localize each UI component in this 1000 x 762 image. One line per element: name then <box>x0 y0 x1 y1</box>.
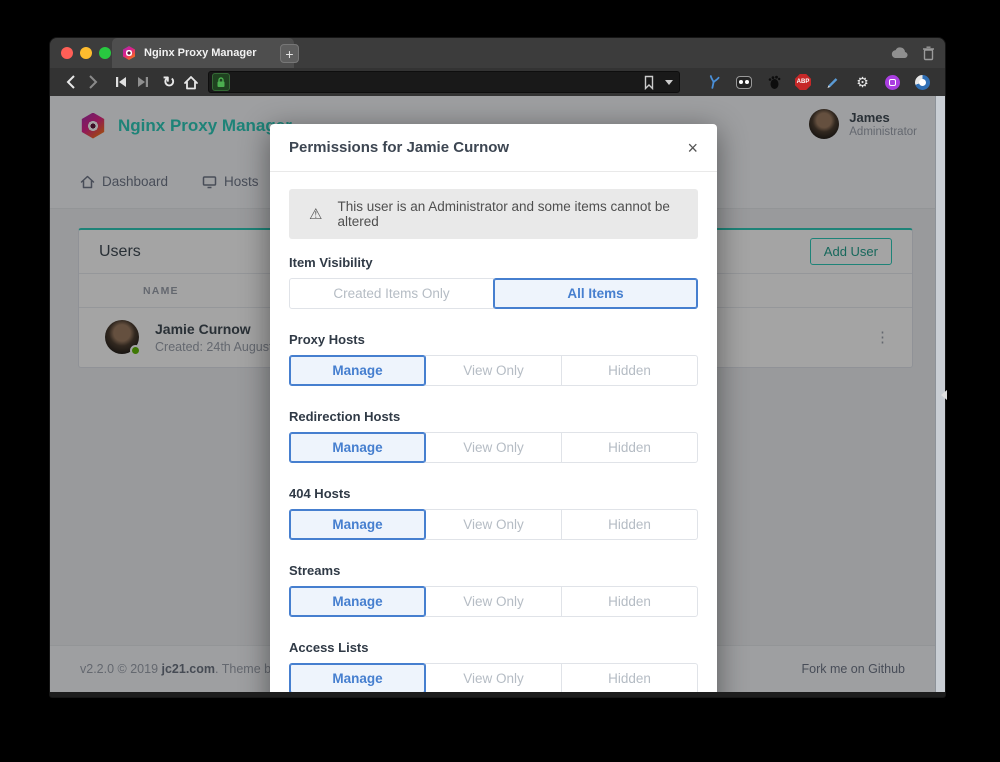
group-label-404-hosts: 404 Hosts <box>289 486 698 501</box>
extension-settings-gear-icon[interactable]: ⚙ <box>854 74 871 91</box>
panel-toggle-arrow-icon[interactable] <box>941 390 947 400</box>
closed-tabs-trash-icon[interactable] <box>922 46 935 61</box>
group-label-redirection-hosts: Redirection Hosts <box>289 409 698 424</box>
modal-title: Permissions for Jamie Curnow <box>289 139 509 156</box>
redirection-hosts-view-only[interactable]: View Only <box>425 432 562 463</box>
permissions-modal: Permissions for Jamie Curnow × ⚠ This us… <box>270 124 717 692</box>
bookmark-icon[interactable] <box>643 75 655 90</box>
rewind-icon[interactable] <box>110 71 132 93</box>
fast-forward-icon[interactable] <box>132 71 154 93</box>
streams-hidden[interactable]: Hidden <box>561 586 698 617</box>
redirection-hosts-manage[interactable]: Manage <box>289 432 426 463</box>
group-label-proxy-hosts: Proxy Hosts <box>289 332 698 347</box>
proxy-hosts-manage[interactable]: Manage <box>289 355 426 386</box>
reload-icon[interactable]: ↻ <box>158 71 180 93</box>
browser-tab[interactable]: Nginx Proxy Manager <box>112 38 294 68</box>
streams-buttons: Manage View Only Hidden <box>289 586 698 617</box>
group-label-streams: Streams <box>289 563 698 578</box>
extension-gauge-icon[interactable] <box>914 74 931 91</box>
404-hosts-view-only[interactable]: View Only <box>425 509 562 540</box>
group-label-item-visibility: Item Visibility <box>289 255 698 270</box>
browser-viewport: Nginx Proxy Manager James Administrator … <box>50 96 945 692</box>
window-controls <box>61 47 111 59</box>
streams-view-only[interactable]: View Only <box>425 586 562 617</box>
group-label-access-lists: Access Lists <box>289 640 698 655</box>
404-hosts-manage[interactable]: Manage <box>289 509 426 540</box>
option-all-items[interactable]: All Items <box>493 278 698 309</box>
back-icon[interactable] <box>60 71 82 93</box>
redirection-hosts-buttons: Manage View Only Hidden <box>289 432 698 463</box>
bookmark-dropdown-icon[interactable] <box>665 80 673 85</box>
item-visibility-buttons: Created Items Only All Items <box>289 278 698 309</box>
secure-lock-icon[interactable] <box>212 73 230 91</box>
maximize-window-button[interactable] <box>99 47 111 59</box>
forward-icon[interactable] <box>82 71 104 93</box>
minimize-window-button[interactable] <box>80 47 92 59</box>
access-lists-manage[interactable]: Manage <box>289 663 426 692</box>
redirection-hosts-hidden[interactable]: Hidden <box>561 432 698 463</box>
synced-tabs-cloud-icon[interactable] <box>890 47 908 59</box>
extension-pen-icon[interactable] <box>824 74 841 91</box>
extension-gnome-foot-icon[interactable] <box>765 74 782 91</box>
browser-toolbar: ↻ <box>50 68 945 96</box>
access-lists-view-only[interactable]: View Only <box>425 663 562 692</box>
close-icon[interactable]: × <box>687 139 698 157</box>
new-tab-button[interactable]: + <box>280 44 299 63</box>
proxy-hosts-buttons: Manage View Only Hidden <box>289 355 698 386</box>
address-bar[interactable] <box>208 71 680 93</box>
extension-purple-orb-icon[interactable] <box>884 74 901 91</box>
browser-window: Nginx Proxy Manager + <box>50 38 945 697</box>
404-hosts-hidden[interactable]: Hidden <box>561 509 698 540</box>
option-created-items-only[interactable]: Created Items Only <box>289 278 494 309</box>
access-lists-buttons: Manage View Only Hidden <box>289 663 698 692</box>
extension-goggles-icon[interactable] <box>735 74 752 91</box>
desktop: Nginx Proxy Manager + <box>0 0 1000 762</box>
browser-tab-bar: Nginx Proxy Manager + <box>50 38 945 68</box>
access-lists-hidden[interactable]: Hidden <box>561 663 698 692</box>
home-icon[interactable] <box>180 71 202 93</box>
tab-title: Nginx Proxy Manager <box>144 47 256 59</box>
window-frame-bottom <box>50 692 945 697</box>
proxy-hosts-view-only[interactable]: View Only <box>425 355 562 386</box>
extension-fork-icon[interactable] <box>705 74 722 91</box>
streams-manage[interactable]: Manage <box>289 586 426 617</box>
extension-bar: ABP ⚙ <box>705 74 935 91</box>
admin-alert-text: This user is an Administrator and some i… <box>337 199 678 229</box>
warning-icon: ⚠ <box>309 205 322 223</box>
close-window-button[interactable] <box>61 47 73 59</box>
tab-favicon-icon <box>122 46 136 60</box>
404-hosts-buttons: Manage View Only Hidden <box>289 509 698 540</box>
proxy-hosts-hidden[interactable]: Hidden <box>561 355 698 386</box>
extension-adblock-plus-icon[interactable]: ABP <box>795 74 811 90</box>
admin-alert: ⚠ This user is an Administrator and some… <box>289 189 698 239</box>
